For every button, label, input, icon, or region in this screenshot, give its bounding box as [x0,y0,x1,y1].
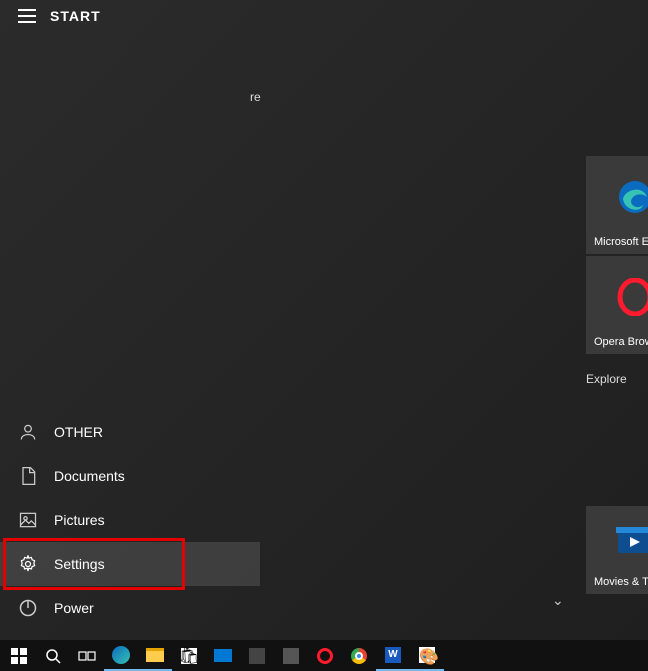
settings-label: Settings [54,556,105,572]
start-label: START [50,8,101,24]
taskbar-paint[interactable]: 🎨 [410,641,444,671]
tile-movies-tv[interactable]: Movies & TV [586,506,648,594]
start-header: START [0,0,260,32]
tile-microsoft-edge[interactable]: Microsoft Edge [586,156,648,254]
taskbar: 🛍 W 🎨 [0,640,648,671]
documents-item[interactable]: Documents [0,454,260,498]
tile-opera[interactable]: Opera Browser [586,256,648,354]
taskbar-chrome[interactable] [342,641,376,671]
pictures-icon [18,510,38,530]
taskbar-mail[interactable] [206,641,240,671]
taskbar-edge[interactable] [104,641,138,671]
taskbar-file-explorer[interactable] [138,641,172,671]
start-left-rail: START OTHER Documents Pictures [0,0,260,640]
apps-list-fragment: re [250,90,261,104]
start-menu: START OTHER Documents Pictures [0,0,648,640]
tile-label: Movies & TV [590,574,648,590]
tiles-area: re Microsoft Edge ⋯ Photos [260,0,648,640]
task-view-button[interactable] [70,641,104,671]
gear-icon [18,554,38,574]
user-icon [18,422,38,442]
taskbar-opera[interactable] [308,641,342,671]
edge-icon [590,160,648,234]
chevron-down-icon[interactable]: ⌄ [552,592,564,609]
settings-item[interactable]: Settings [0,542,260,586]
pictures-item[interactable]: Pictures [0,498,260,542]
user-account-item[interactable]: OTHER [0,410,260,454]
explore-section-label[interactable]: Explore [586,372,627,386]
start-button[interactable] [2,641,36,671]
power-icon [18,598,38,618]
power-label: Power [54,600,94,616]
documents-label: Documents [54,468,125,484]
opera-icon [590,260,648,334]
search-button[interactable] [36,641,70,671]
taskbar-store[interactable]: 🛍 [172,641,206,671]
rail-bottom-list: OTHER Documents Pictures Settings [0,410,260,640]
hamburger-icon[interactable] [18,9,36,23]
movies-icon [590,510,648,574]
taskbar-word[interactable]: W [376,641,410,671]
tile-label: Opera Browser [590,334,648,350]
tile-label: Microsoft Edge [590,234,648,250]
taskbar-unknown-1[interactable] [240,641,274,671]
taskbar-unknown-2[interactable] [274,641,308,671]
document-icon [18,466,38,486]
pictures-label: Pictures [54,512,105,528]
user-label: OTHER [54,424,103,440]
power-item[interactable]: Power [0,586,260,630]
